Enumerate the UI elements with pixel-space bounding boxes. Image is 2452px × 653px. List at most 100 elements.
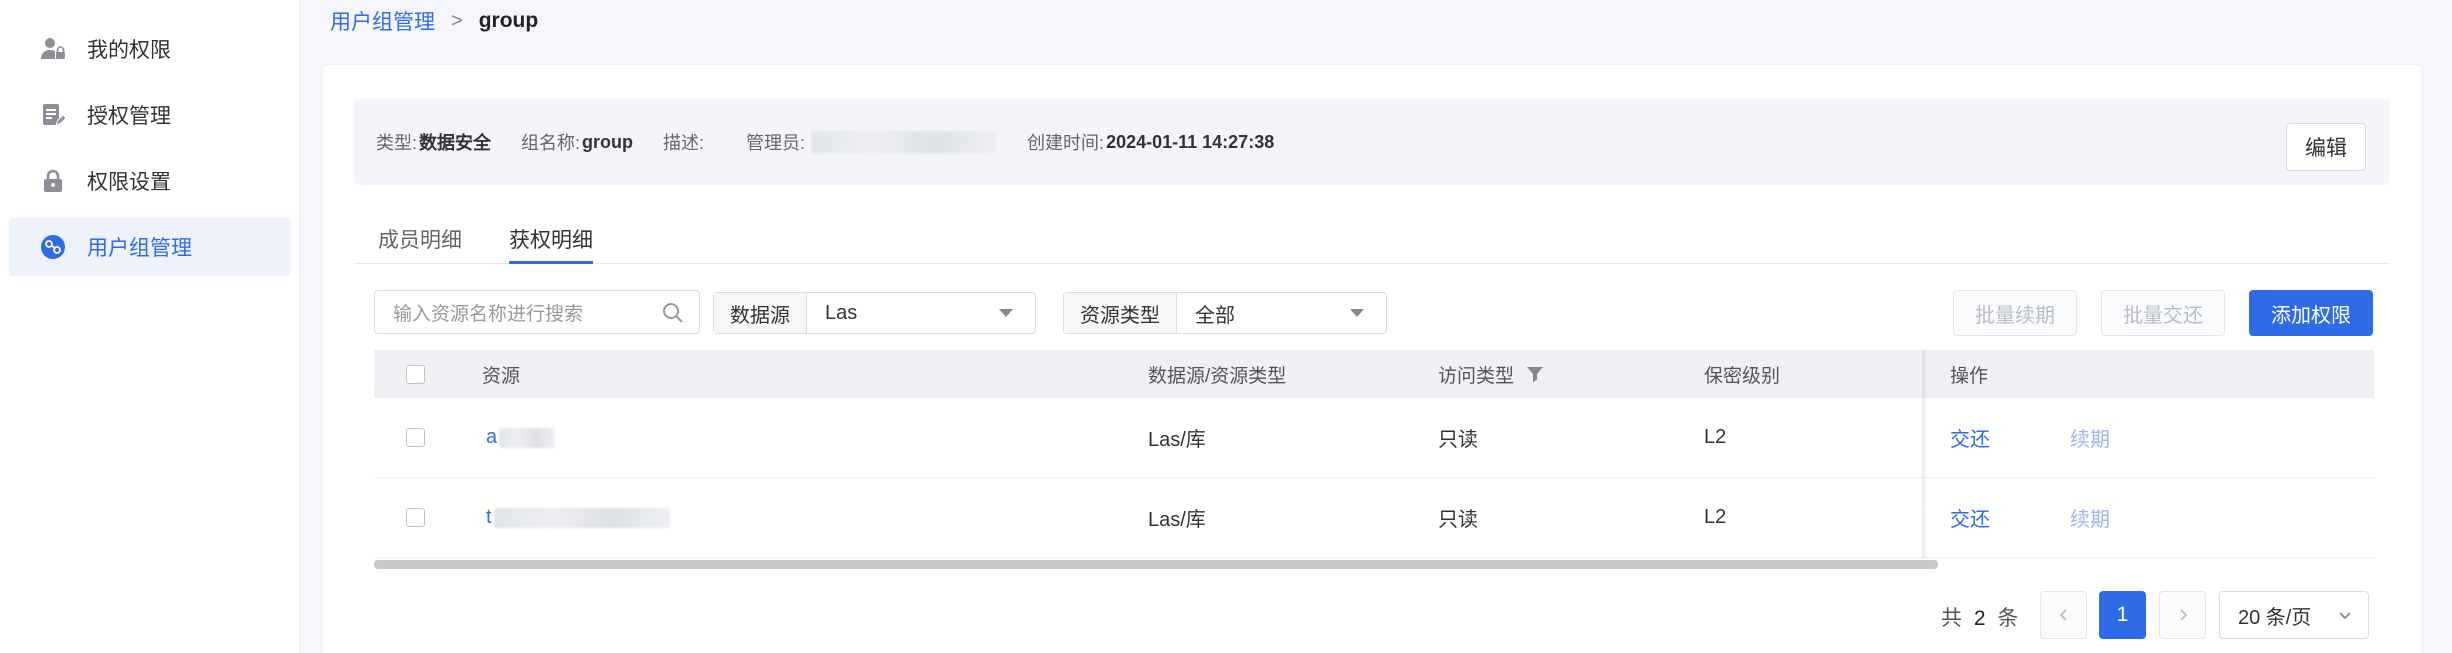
info-name-label: 组名称: <box>521 133 581 153</box>
column-header-access-type: 访问类型 <box>1438 350 1544 398</box>
redacted-resource-name <box>493 507 670 528</box>
horizontal-scrollbar[interactable] <box>374 560 1938 569</box>
sidebar-item-authorization-management[interactable]: 授权管理 <box>9 86 291 144</box>
return-action-text[interactable]: 交还 <box>1950 423 1990 452</box>
resource-type-select-label: 资源类型 <box>1064 293 1177 333</box>
row-checkbox[interactable] <box>406 508 425 527</box>
row-checkbox[interactable] <box>406 428 425 447</box>
batch-renew-button[interactable]: 批量续期 <box>1953 290 2077 336</box>
info-name-value: group <box>582 131 634 152</box>
user-group-icon <box>37 231 69 263</box>
caret-down-icon <box>999 309 1013 317</box>
column-header-level: 保密级别 <box>1704 365 1781 387</box>
resource-name-link[interactable]: a <box>486 426 497 449</box>
breadcrumb-parent-link[interactable]: 用户组管理 <box>330 6 435 36</box>
resource-cell[interactable]: t <box>486 478 670 557</box>
caret-down-icon <box>1350 309 1364 317</box>
info-admin-label: 管理员: <box>746 133 806 153</box>
select-all-cell <box>406 350 425 398</box>
sidebar-item-label: 用户组管理 <box>87 237 192 260</box>
info-type-label: 类型: <box>376 133 418 153</box>
tab-bar: 成员明细 获权明细 <box>354 220 2390 264</box>
return-action-link[interactable]: 交还 <box>1950 398 1990 477</box>
pagination-total: 共 2 条 <box>1941 602 2018 632</box>
source-type-cell: Las/库 <box>1148 509 1206 531</box>
info-name: 组名称: group <box>521 129 633 155</box>
info-admin: 管理员: <box>746 129 998 155</box>
main-card: 类型: 数据安全 组名称: group 描述: 管理员: 创建时间: 2024-… <box>323 65 2421 653</box>
column-header-source-type: 数据源/资源类型 <box>1148 365 1287 387</box>
breadcrumb-separator: > <box>451 9 463 32</box>
info-type: 类型: 数据安全 <box>376 129 491 155</box>
resource-cell[interactable]: a <box>486 398 556 477</box>
page-button-current[interactable]: 1 <box>2099 591 2146 639</box>
row-select-cell <box>406 478 425 557</box>
datasource-select-label: 数据源 <box>714 293 807 333</box>
total-suffix: 条 <box>1997 607 2019 630</box>
row-select-cell <box>406 398 425 477</box>
sidebar-item-label: 权限设置 <box>87 171 171 194</box>
next-page-button[interactable] <box>2159 591 2206 639</box>
sidebar-item-my-permissions[interactable]: 我的权限 <box>9 20 291 78</box>
chevron-right-icon <box>2179 609 2187 621</box>
breadcrumb-current: group <box>478 9 539 32</box>
resource-name-link[interactable]: t <box>486 506 492 529</box>
sidebar-item-user-group-management[interactable]: 用户组管理 <box>9 218 291 276</box>
search-icon[interactable] <box>661 301 685 325</box>
renew-action-link[interactable]: 续期 <box>2070 478 2110 557</box>
chevron-down-icon <box>2339 612 2351 620</box>
source-type-cell: Las/库 <box>1148 429 1206 451</box>
info-desc-label: 描述: <box>663 133 705 153</box>
page-size-value: 20 条/页 <box>2238 606 2312 629</box>
return-action-text[interactable]: 交还 <box>1950 503 1990 532</box>
renew-action-text[interactable]: 续期 <box>2070 423 2110 452</box>
datasource-select[interactable]: 数据源 Las <box>713 292 1036 334</box>
renew-action-text[interactable]: 续期 <box>2070 503 2110 532</box>
table-header: 资源 数据源/资源类型 访问类型 保密级别 操作 <box>374 350 2374 398</box>
table-row: a Las/库 只读 L2 交还 续期 <box>374 398 2374 478</box>
user-lock-icon <box>37 33 69 65</box>
return-action-link[interactable]: 交还 <box>1950 478 1990 557</box>
total-prefix: 共 <box>1941 607 1962 630</box>
column-header-resource: 资源 <box>482 365 521 387</box>
info-type-value: 数据安全 <box>419 133 492 153</box>
document-edit-icon <box>37 99 69 131</box>
resource-type-select-value[interactable]: 全部 <box>1177 293 1386 333</box>
search-placeholder: 输入资源名称进行搜索 <box>393 303 584 325</box>
group-info-panel: 类型: 数据安全 组名称: group 描述: 管理员: 创建时间: 2024-… <box>354 99 2390 185</box>
access-type-cell: 只读 <box>1438 429 1478 451</box>
table-row: t Las/库 只读 L2 交还 续期 <box>374 478 2374 558</box>
datasource-select-value[interactable]: Las <box>807 293 1035 333</box>
level-cell: L2 <box>1704 426 1727 448</box>
sidebar-item-permission-settings[interactable]: 权限设置 <box>9 152 291 210</box>
info-created: 创建时间: 2024-01-11 14:27:38 <box>1027 129 1274 155</box>
chevron-left-icon <box>2059 609 2067 621</box>
sidebar: 我的权限 授权管理 权限设置 用户组管理 <box>0 0 300 653</box>
tab-permission-details[interactable]: 获权明细 <box>509 224 593 264</box>
add-permission-button[interactable]: 添加权限 <box>2249 290 2373 336</box>
page-size-select[interactable]: 20 条/页 <box>2219 591 2369 639</box>
sidebar-item-label: 我的权限 <box>87 39 171 62</box>
fixed-column-shadow <box>1922 350 1928 558</box>
resource-type-select[interactable]: 资源类型 全部 <box>1063 292 1387 334</box>
breadcrumb: 用户组管理 > group <box>330 6 538 36</box>
filter-icon[interactable] <box>1526 365 1544 383</box>
redacted-resource-name <box>499 427 556 448</box>
resource-type-value-text: 全部 <box>1195 304 1235 327</box>
renew-action-link[interactable]: 续期 <box>2070 398 2110 477</box>
redacted-admin-names <box>811 131 998 153</box>
datasource-value-text: Las <box>825 301 858 324</box>
total-count: 2 <box>1973 607 1986 630</box>
prev-page-button[interactable] <box>2040 591 2087 639</box>
level-cell: L2 <box>1704 506 1727 528</box>
info-created-label: 创建时间: <box>1027 133 1105 153</box>
access-type-header-label: 访问类型 <box>1438 365 1515 387</box>
batch-return-button[interactable]: 批量交还 <box>2101 290 2225 336</box>
tab-member-details[interactable]: 成员明细 <box>378 224 462 264</box>
sidebar-item-label: 授权管理 <box>87 105 171 128</box>
info-created-value: 2024-01-11 14:27:38 <box>1106 131 1275 152</box>
resource-search-input[interactable]: 输入资源名称进行搜索 <box>374 290 700 334</box>
select-all-checkbox[interactable] <box>406 364 425 384</box>
edit-button[interactable]: 编辑 <box>2286 123 2366 171</box>
access-type-cell: 只读 <box>1438 509 1478 531</box>
